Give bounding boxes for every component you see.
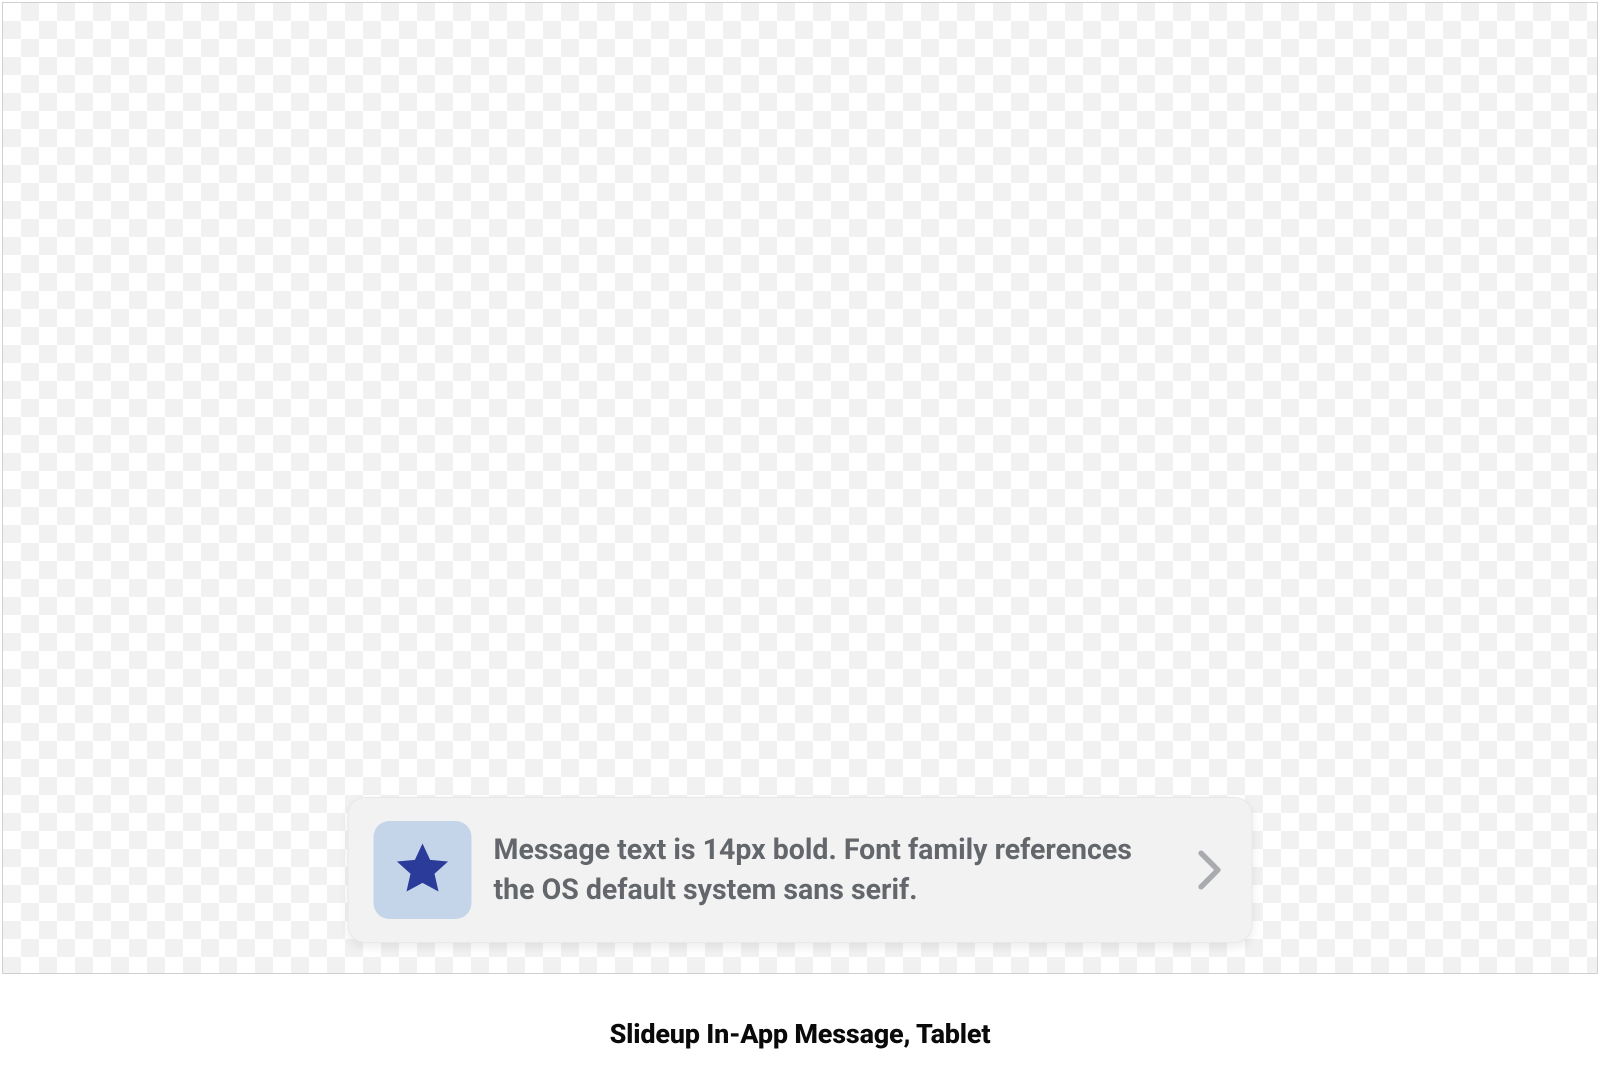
slideup-message-text: Message text is 14px bold. Font family r… xyxy=(494,830,1171,911)
star-icon xyxy=(392,837,454,903)
figure-caption: Slideup In-App Message, Tablet xyxy=(610,1018,991,1050)
chevron-right-icon[interactable] xyxy=(1193,849,1227,891)
slideup-message[interactable]: Message text is 14px bold. Font family r… xyxy=(348,797,1253,943)
icon-tile xyxy=(374,821,472,919)
canvas-frame: Message text is 14px bold. Font family r… xyxy=(2,2,1598,974)
